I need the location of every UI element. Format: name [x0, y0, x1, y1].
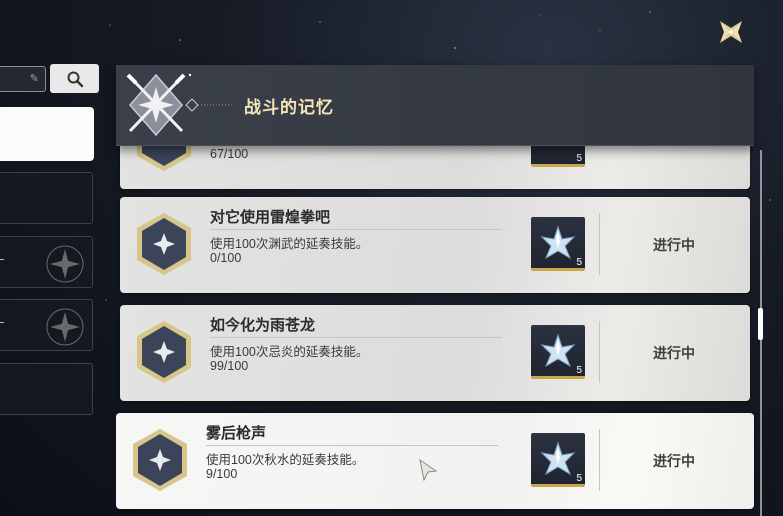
scrollbar-thumb[interactable]: [758, 308, 763, 340]
close-button[interactable]: [713, 16, 749, 48]
reward-item[interactable]: 5: [531, 325, 585, 379]
achievement-card: 67/100 5: [120, 145, 750, 189]
achievement-star-badge-icon: [137, 321, 191, 383]
reward-count: 5: [576, 473, 582, 484]
achievement-star-badge-icon: [137, 213, 191, 275]
category-title: 战斗的记忆: [244, 98, 334, 117]
achievement-progress: 67/100: [210, 147, 249, 161]
edit-icon: ✎: [29, 73, 39, 85]
achievement-description: 使用100次渊武的延奏技能。: [210, 237, 369, 251]
reward-item[interactable]: 5: [531, 217, 585, 271]
achievement-star-badge-icon: [137, 145, 191, 171]
search-input[interactable]: ✎: [0, 66, 46, 92]
category-item[interactable]: [0, 299, 93, 351]
achievement-card: 对它使用雷煌拳吧 使用100次渊武的延奏技能。 0/100 5 进行中: [120, 197, 750, 293]
reward-count: 5: [576, 365, 582, 376]
achievement-progress: 99/100: [210, 359, 249, 373]
category-item-selected[interactable]: [0, 107, 94, 161]
achievement-progress: 0/100: [210, 251, 242, 265]
crossed-swords-emblem-icon: [126, 73, 234, 137]
achievement-star-badge-icon: [133, 429, 187, 491]
category-header: 战斗的记忆: [116, 65, 754, 146]
category-emblem-icon: [46, 308, 84, 346]
achievement-card: 如今化为雨苍龙 使用100次忌炎的延奏技能。 99/100 5 进行中: [120, 305, 750, 401]
category-item[interactable]: [0, 172, 93, 224]
achievement-status: 进行中: [653, 237, 695, 253]
achievement-title: 雾后枪声: [206, 425, 267, 442]
achievement-status: 进行中: [653, 453, 695, 469]
reward-item[interactable]: 5: [531, 433, 585, 487]
achievement-description: 使用100次秋水的延奏技能。: [206, 453, 365, 467]
reward-count: 5: [576, 257, 582, 268]
achievement-status: 进行中: [653, 345, 695, 361]
achievement-title: 对它使用雷煌拳吧: [210, 209, 331, 226]
search-button[interactable]: [50, 64, 99, 93]
title-divider: [210, 337, 502, 338]
achievement-description: 使用100次忌炎的延奏技能。: [210, 345, 369, 359]
achievement-title: 如今化为雨苍龙: [210, 317, 316, 334]
title-divider: [206, 445, 498, 446]
reward-count: 5: [576, 153, 582, 164]
mouse-cursor-icon: [419, 458, 438, 482]
category-emblem-icon: [46, 245, 84, 283]
search-icon: [67, 71, 83, 87]
category-marker: [0, 322, 4, 323]
reward-item[interactable]: 5: [531, 145, 585, 167]
category-item[interactable]: [0, 236, 93, 288]
category-item[interactable]: [0, 363, 93, 415]
title-divider: [210, 229, 502, 230]
achievement-progress: 9/100: [206, 467, 238, 481]
close-icon: [720, 21, 742, 43]
category-marker: [0, 259, 4, 260]
